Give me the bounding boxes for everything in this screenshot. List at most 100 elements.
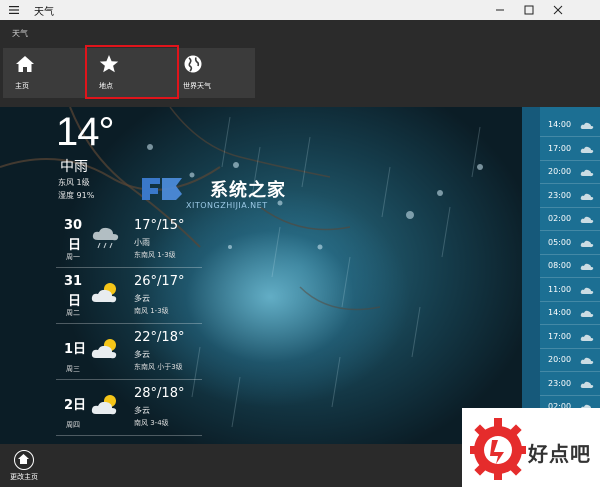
- hourly-row: 14:00: [540, 114, 600, 137]
- hourly-row: 02:00: [540, 208, 600, 231]
- globe-icon: [184, 55, 202, 73]
- watermark: 系统之家 XITONGZHIJIA.NET: [140, 168, 340, 212]
- forecast-day[interactable]: 30 日 周一 17°/15° 小雨 东南风 1-3级: [56, 212, 202, 268]
- watermark-logo-icon: [142, 178, 182, 200]
- hourly-row: 14:00: [540, 302, 600, 325]
- hourly-time: 14:00: [548, 120, 572, 129]
- rain-icon: [92, 227, 119, 249]
- highlight-box: [85, 45, 179, 99]
- hourly-weather-icon: [580, 357, 594, 365]
- title-bar: 天气: [0, 0, 600, 20]
- hourly-weather-icon: [580, 240, 594, 247]
- forecast-wind: 南风 1-3级: [134, 307, 169, 315]
- forecast-date-suffix: 日: [68, 294, 82, 309]
- hourly-weather-icon: [580, 146, 594, 153]
- hourly-row: 17:00: [540, 138, 600, 161]
- current-wind: 东风 1级: [58, 178, 90, 187]
- home-icon: [16, 56, 34, 72]
- nav-tile-world-weather[interactable]: 世界天气: [171, 48, 255, 98]
- site-logo: 好点吧: [462, 408, 600, 487]
- partly-cloudy-icon: [91, 339, 117, 359]
- hourly-weather-icon: [580, 263, 594, 271]
- site-logo-text: 好点吧: [528, 442, 591, 466]
- hourly-row: 23:00: [540, 373, 600, 396]
- nav-tile-label: 主页: [15, 82, 29, 90]
- watermark-url: XITONGZHIJIA.NET: [186, 201, 268, 210]
- forecast-date: 1日: [64, 342, 87, 357]
- hourly-edge: [522, 107, 540, 444]
- forecast-condition: 多云: [134, 350, 150, 359]
- hourly-weather-icon: [580, 216, 594, 224]
- hourly-row: 08:00: [540, 255, 600, 278]
- forecast-day[interactable]: 2日 周四 28°/18° 多云 南风 3-4级: [56, 380, 202, 436]
- forecast-date: 2日: [64, 398, 87, 413]
- hourly-time: 11:00: [548, 284, 572, 294]
- close-icon: [553, 5, 563, 15]
- current-condition: 中雨: [60, 159, 88, 175]
- hourly-time: 23:00: [548, 190, 572, 200]
- minimize-button[interactable]: [488, 0, 512, 20]
- hourly-weather-icon: [580, 193, 594, 200]
- forecast-weekday: 周一: [66, 253, 80, 261]
- partly-cloudy-icon: [91, 283, 117, 303]
- hourly-row: 17:00: [540, 326, 600, 349]
- hamburger-menu-icon[interactable]: [8, 4, 20, 16]
- hourly-time: 23:00: [548, 378, 572, 388]
- gear-logo-icon: [470, 418, 526, 480]
- hourly-row: 20:00: [540, 349, 600, 372]
- forecast-day[interactable]: 1日 周三 22°/18° 多云 东南风 小于3级: [56, 324, 202, 380]
- forecast-wind: 南风 3-4级: [134, 419, 169, 427]
- hourly-time: 05:00: [548, 237, 572, 247]
- hourly-time: 17:00: [548, 143, 572, 153]
- hourly-time: 20:00: [548, 355, 572, 364]
- forecast-date-suffix: 日: [68, 238, 82, 253]
- forecast-weekday: 周二: [66, 309, 80, 317]
- hourly-row: 20:00: [540, 161, 600, 184]
- hourly-time: 20:00: [548, 167, 572, 176]
- hourly-weather-icon: [580, 381, 594, 388]
- hourly-weather-icon: [580, 310, 594, 318]
- hourly-row: 05:00: [540, 232, 600, 255]
- pin-home-icon: [14, 450, 34, 470]
- forecast-temperature: 22°/18°: [134, 330, 185, 345]
- forecast-date: 30: [64, 218, 83, 233]
- forecast-temperature: 26°/17°: [134, 274, 185, 289]
- hourly-weather-icon: [580, 287, 594, 294]
- forecast-temperature: 17°/15°: [134, 218, 185, 233]
- forecast-wind: 东南风 1-3级: [134, 251, 176, 259]
- hourly-row: 23:00: [540, 185, 600, 208]
- forecast-condition: 多云: [134, 294, 150, 303]
- hourly-weather-icon: [580, 169, 594, 177]
- hourly-time: 02:00: [548, 214, 572, 223]
- hourly-time: 17:00: [548, 331, 572, 341]
- hourly-time: 14:00: [548, 308, 572, 317]
- nav-tile-home[interactable]: 主页: [3, 48, 87, 98]
- change-home-button[interactable]: 更改主页: [10, 450, 40, 484]
- current-humidity: 湿度 91%: [58, 191, 95, 200]
- maximize-button[interactable]: [517, 0, 541, 20]
- watermark-text: 系统之家: [210, 180, 286, 201]
- minimize-icon: [496, 9, 504, 11]
- hourly-row: 11:00: [540, 279, 600, 302]
- section-label: 天气: [12, 29, 28, 38]
- nav-tile-label: 世界天气: [183, 82, 211, 90]
- hourly-time: 08:00: [548, 261, 572, 270]
- forecast-date: 31: [64, 274, 83, 289]
- window-title: 天气: [34, 7, 54, 18]
- forecast-condition: 多云: [134, 406, 150, 415]
- close-button[interactable]: [546, 0, 570, 20]
- forecast-day[interactable]: 31 日 周二 26°/17° 多云 南风 1-3级: [56, 268, 202, 324]
- forecast-temperature: 28°/18°: [134, 386, 185, 401]
- forecast-list: 30 日 周一 17°/15° 小雨 东南风 1-3级 31 日 周二 26°/…: [56, 212, 202, 442]
- partly-cloudy-icon: [91, 395, 117, 415]
- forecast-weekday: 周三: [66, 365, 80, 373]
- hourly-weather-icon: [580, 122, 594, 130]
- forecast-weekday: 周四: [66, 421, 80, 429]
- hourly-forecast[interactable]: 14:00 17:00 20:00 23:00 02:00 05:00 08:00 11:00…: [522, 107, 600, 444]
- maximize-icon: [524, 5, 534, 15]
- hourly-weather-icon: [580, 334, 594, 341]
- change-home-label: 更改主页: [10, 473, 38, 481]
- forecast-condition: 小雨: [134, 238, 150, 247]
- current-temperature: 14°: [56, 110, 114, 154]
- forecast-wind: 东南风 小于3级: [134, 363, 183, 371]
